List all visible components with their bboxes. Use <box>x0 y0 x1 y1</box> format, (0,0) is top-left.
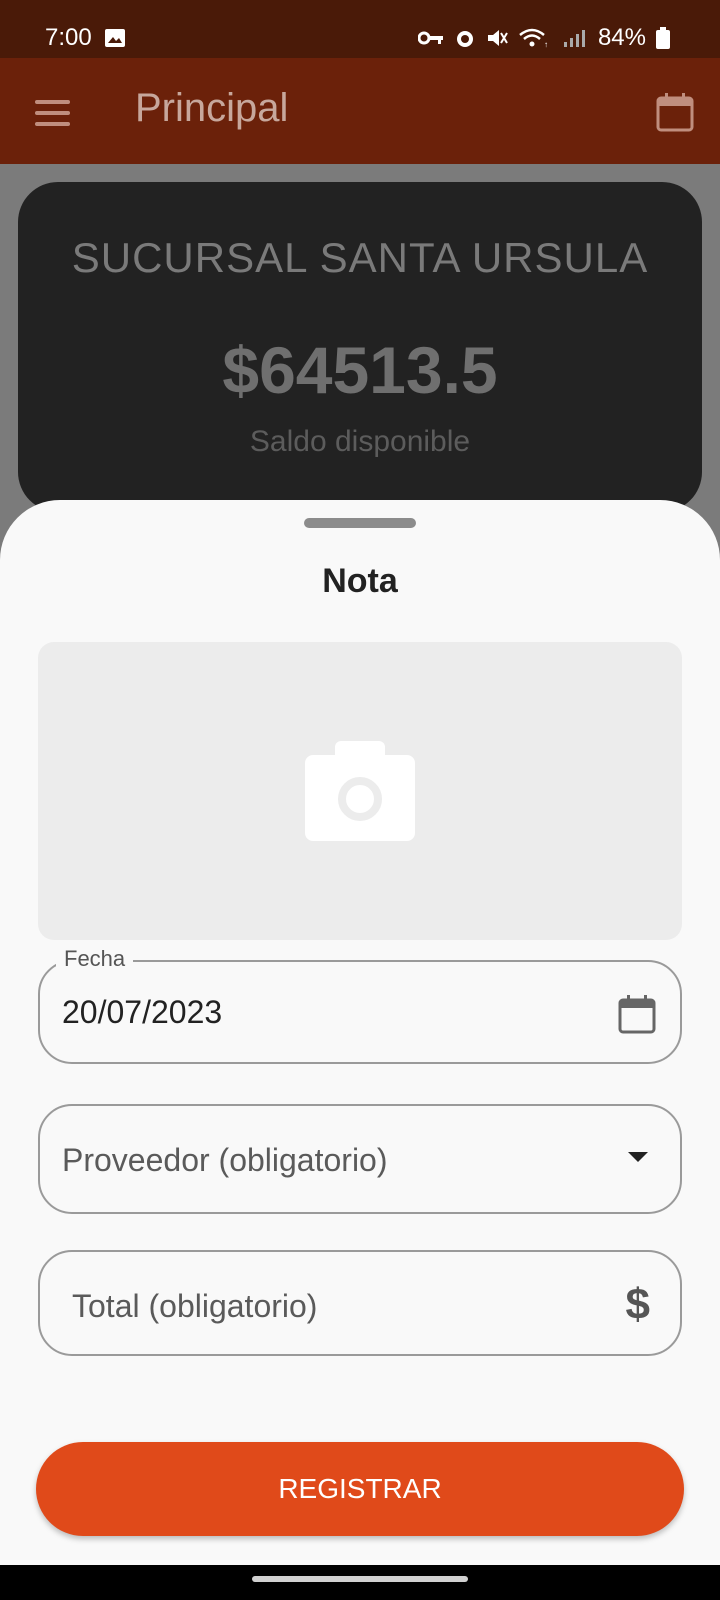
app-bar: Principal <box>0 58 720 164</box>
branch-name: SUCURSAL SANTA URSULA <box>71 234 649 281</box>
signal-icon <box>563 30 585 47</box>
dropdown-arrow-icon <box>628 1152 648 1162</box>
sheet-title: Nota <box>322 562 398 600</box>
status-time: 7:00 <box>45 24 92 51</box>
navigation-bar <box>0 1565 720 1600</box>
date-field[interactable]: Fecha 20/07/2023 <box>38 946 682 1064</box>
supplier-placeholder: Proveedor (obligatorio) <box>62 1142 388 1178</box>
page-title: Principal <box>135 86 289 130</box>
alarm-icon <box>456 31 473 47</box>
status-bar: 7:00 ↑ 84% <box>0 0 720 58</box>
battery-icon <box>656 27 670 49</box>
mute-icon <box>487 30 508 46</box>
key-icon <box>417 31 443 45</box>
camera-icon <box>305 741 415 841</box>
register-button[interactable]: REGISTRAR <box>36 1442 684 1536</box>
supplier-dropdown[interactable]: Proveedor (obligatorio) <box>38 1104 682 1214</box>
battery-percent: 84% <box>597 24 646 51</box>
bottom-sheet: Nota Fecha 20/07/2023 Proveedor (obligat… <box>0 500 720 1565</box>
drag-handle[interactable] <box>304 518 416 528</box>
photo-picker[interactable] <box>38 642 682 940</box>
balance-label: Saldo disponible <box>249 425 471 458</box>
date-field-label: Fecha <box>56 946 134 972</box>
calendar-icon[interactable] <box>618 994 656 1034</box>
svg-text:↑: ↑ <box>544 40 548 49</box>
total-placeholder: Total (obligatorio) <box>72 1288 318 1324</box>
wifi-icon: ↑ <box>519 28 548 49</box>
total-input[interactable]: Total (obligatorio) $ <box>38 1250 682 1356</box>
date-field-value: 20/07/2023 <box>62 994 223 1030</box>
image-icon <box>105 29 125 47</box>
home-gesture-handle[interactable] <box>252 1576 468 1582</box>
calendar-icon[interactable] <box>656 92 694 132</box>
status-icons: ↑ 84% <box>417 24 670 52</box>
balance-amount: $64513.5 <box>222 333 498 407</box>
menu-icon[interactable] <box>35 100 70 126</box>
dollar-icon: $ <box>625 1280 650 1329</box>
balance-card: SUCURSAL SANTA URSULA $64513.5 Saldo dis… <box>18 182 702 512</box>
